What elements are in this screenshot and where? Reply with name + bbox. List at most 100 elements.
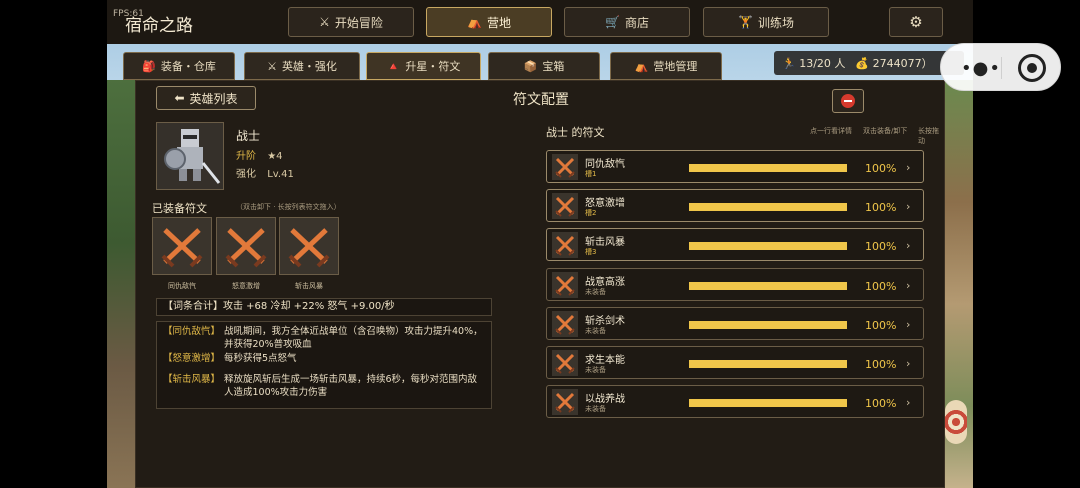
crossed-swords-rune-icon (555, 353, 575, 374)
chevron-right-icon[interactable]: › (906, 279, 910, 292)
close-button[interactable] (832, 89, 864, 113)
equipped-runes-hint: （双击卸下 · 长按列表符文拖入） (236, 203, 341, 211)
tab-chest[interactable]: 📦 宝箱 (488, 52, 600, 80)
chevron-right-icon[interactable]: › (906, 161, 910, 174)
rune-list-hint: 点一行看详情 (810, 127, 852, 135)
rune-name: 怒意激增 (585, 198, 625, 210)
rune-slot-1[interactable] (152, 217, 212, 275)
equipped-runes-title: 已装备符文 (152, 202, 207, 215)
description-tag: 【同仇敌忾】 (163, 326, 221, 337)
nav-label: 训练场 (757, 15, 794, 30)
rune-slot-2[interactable] (216, 217, 276, 275)
more-icon[interactable]: •●• (961, 58, 1001, 79)
rune-progress-fill (689, 242, 847, 251)
rune-progress-fill (689, 320, 847, 329)
rune-progress-bar (689, 360, 847, 368)
triangle-icon: 🔺 (386, 59, 401, 73)
rune-progress-bar (689, 164, 847, 172)
crossed-swords-rune-icon (555, 157, 575, 178)
chevron-right-icon[interactable]: › (906, 357, 910, 370)
rune-progress-bar (689, 281, 847, 290)
rune-percent: 100% (865, 318, 897, 332)
rune-progress-bar (689, 320, 847, 329)
settings-button[interactable]: ⚙ (889, 7, 943, 37)
chevron-right-icon[interactable]: › (906, 318, 910, 331)
close-icon (841, 94, 855, 108)
rune-row[interactable]: 以战养战 未装备 100% › (546, 385, 924, 419)
rune-slot-status: 未装备 (585, 287, 606, 296)
rune-name: 斩杀剑术 (585, 315, 625, 327)
crossed-swords-icon: ⚔ (267, 59, 277, 73)
rune-progress-fill (689, 164, 847, 172)
camp-icon: ⛺ (634, 59, 649, 73)
rune-slot-3[interactable] (279, 217, 339, 275)
rune-config-panel: ⬅ 英雄列表 符文配置 战士 升阶 ★4 强化 Lv.41 已装备符文 （双击卸… (135, 80, 945, 488)
nav-shop-button[interactable]: 🛒 商店 (564, 7, 690, 37)
chevron-right-icon[interactable]: › (906, 239, 910, 252)
stat-summary: 【词条合计】攻击 +68 冷却 +22% 怒气 +9.00/秒 (156, 298, 492, 316)
rune-row[interactable]: 斩杀剑术 未装备 100% › (546, 306, 924, 340)
rune-row[interactable]: 战意高涨 未装备 100% › (546, 267, 924, 301)
rune-icon (552, 310, 578, 337)
rune-slot-label: 同仇敌忾 (168, 282, 196, 290)
rune-list-hint: 双击装备/卸下 (863, 127, 908, 135)
rune-slot-status: 槽2 (585, 209, 597, 218)
chevron-right-icon[interactable]: › (906, 200, 910, 213)
hero-enhance: 强化 Lv.41 (236, 165, 294, 180)
chevron-right-icon[interactable]: › (906, 396, 910, 409)
rune-name: 斩击风暴 (585, 237, 625, 249)
rune-name: 同仇敌忾 (585, 159, 625, 170)
rune-list-hint: 长按拖动 (918, 127, 939, 145)
description-text: 释放旋风斩后生成一场斩击风暴，持续6秒，每秒对范围内敌人造成100%攻击力伤害 (224, 374, 478, 398)
rune-progress-fill (689, 399, 847, 408)
rune-icon (552, 271, 578, 298)
rune-icon (552, 350, 578, 376)
nav-label: 开始冒险 (334, 15, 383, 30)
rune-row[interactable]: 求生本能 未装备 100% › (546, 346, 924, 379)
crossed-swords-rune-icon (225, 228, 267, 268)
archery-target (945, 400, 967, 444)
description-item: 【同仇敌忾】 战吼期间，我方全体近战单位（含召唤物）攻击力提升40%，并获得20… (163, 325, 485, 351)
crossed-swords-rune-icon (555, 314, 575, 335)
tab-label: 宝箱 (542, 60, 565, 73)
description-tag: 【斩击风暴】 (163, 374, 221, 385)
rune-progress-fill (689, 203, 847, 212)
rune-row[interactable]: 同仇敌忾 槽1 100% › (546, 150, 924, 183)
rune-row[interactable]: 怒意激增 槽2 100% › (546, 189, 924, 223)
tab-equipment-warehouse[interactable]: 🎒 装备・仓库 (123, 52, 235, 80)
nav-camp-button[interactable]: ⛺ 营地 (426, 7, 552, 37)
tab-camp-management[interactable]: ⛺ 营地管理 (610, 52, 722, 80)
camp-icon: ⛺ (467, 15, 482, 29)
hero-rank: 升阶 ★4 (236, 147, 283, 162)
nav-adventure-button[interactable]: ⚔ 开始冒险 (288, 7, 414, 37)
rune-slot-status: 未装备 (585, 405, 606, 414)
enhance-value: Lv.41 (267, 169, 294, 180)
rune-progress-fill (689, 281, 847, 290)
rune-slot-status: 槽1 (585, 170, 597, 178)
crossed-swords-rune-icon (555, 197, 575, 217)
rank-key: 升阶 (236, 151, 256, 162)
person-icon: 🏃 (782, 57, 796, 70)
knight-icon (164, 129, 221, 184)
panel-title: 符文配置 (513, 92, 569, 108)
rune-percent: 100% (865, 397, 897, 411)
rune-progress-bar (689, 242, 847, 251)
rune-progress-bar (689, 399, 847, 408)
rune-slot-status: 未装备 (585, 326, 606, 335)
exit-record-icon[interactable] (1018, 54, 1046, 82)
crossed-swords-rune-icon (555, 236, 575, 257)
tab-label: 装备・仓库 (160, 60, 216, 73)
tab-label: 营地管理 (653, 60, 698, 73)
rune-name: 求生本能 (585, 355, 625, 366)
crossed-swords-rune-icon (288, 228, 330, 268)
top-bar: FPS:61 宿命之路 ⚔ 开始冒险 ⛺ 营地 🛒 商店 🏋 训练场 ⚙ (107, 0, 973, 44)
tab-hero-enhance[interactable]: ⚔ 英雄・强化 (244, 52, 360, 80)
rune-percent: 100% (865, 240, 897, 254)
rune-row[interactable]: 斩击风暴 槽3 100% › (546, 228, 924, 262)
capsule-divider (1001, 57, 1002, 79)
resource-status: 🏃 13/20 人 💰 2744077） (774, 51, 964, 75)
rune-progress-fill (689, 360, 847, 368)
rank-value: ★4 (267, 151, 283, 162)
tab-starup-runes[interactable]: 🔺 升星・符文 (366, 52, 481, 80)
nav-training-button[interactable]: 🏋 训练场 (703, 7, 829, 37)
